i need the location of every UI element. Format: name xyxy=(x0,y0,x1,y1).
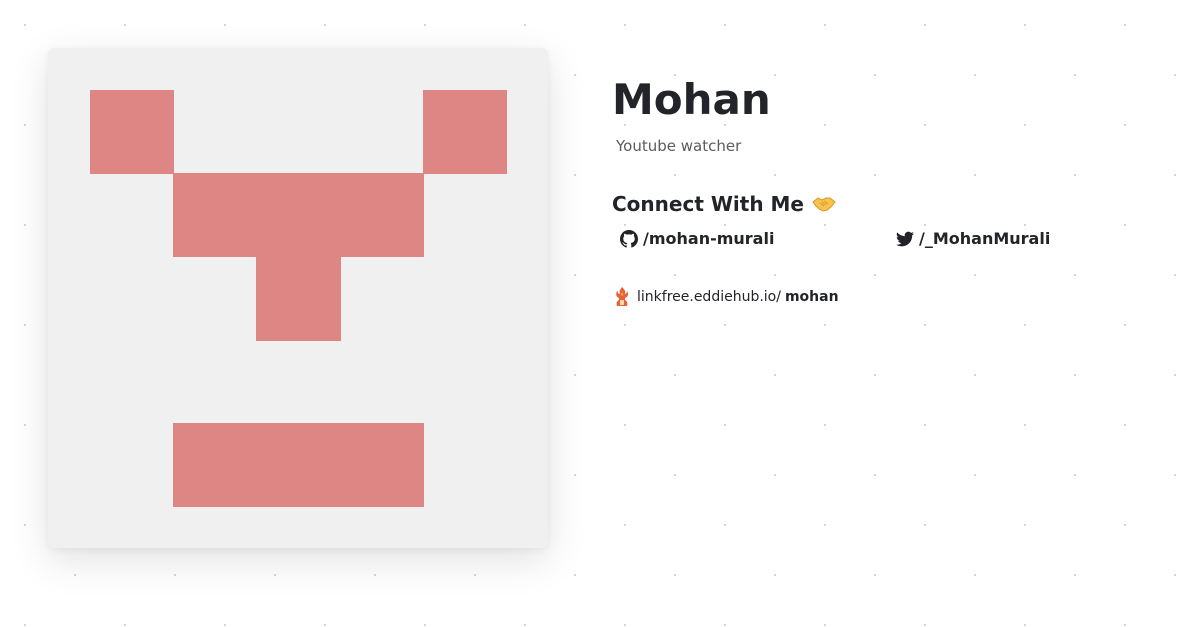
avatar xyxy=(48,48,548,548)
twitter-icon xyxy=(896,231,914,247)
linkfree-logo-icon xyxy=(616,287,629,306)
github-link-label: /mohan-murali xyxy=(643,229,775,248)
linkfree-domain: linkfree.eddiehub.io/ xyxy=(637,289,781,305)
identicon-image xyxy=(90,90,507,507)
profile-bio: Youtube watcher xyxy=(616,137,742,155)
linkfree-profile-link[interactable]: linkfree.eddiehub.io/ mohan xyxy=(613,286,1172,308)
connect-heading-label: Connect With Me xyxy=(612,192,804,216)
handshake-icon xyxy=(812,197,836,212)
twitter-link-label: /_MohanMurali xyxy=(919,229,1051,248)
profile-name: Mohan xyxy=(612,75,771,124)
identicon-block xyxy=(173,423,424,507)
twitter-link[interactable]: /_MohanMurali xyxy=(896,228,1172,250)
profile-info: Mohan Youtube watcher Connect With Me /m… xyxy=(612,70,1172,308)
github-link[interactable]: /mohan-murali xyxy=(620,228,896,250)
connect-heading: Connect With Me xyxy=(612,190,1172,218)
github-icon xyxy=(620,230,638,248)
identicon-block xyxy=(90,90,174,174)
identicon-block xyxy=(256,256,341,341)
identicon-block xyxy=(173,173,424,257)
linkfree-username: mohan xyxy=(784,289,839,305)
social-links: /mohan-murali /_MohanMurali xyxy=(620,228,1172,250)
identicon-block xyxy=(423,90,507,174)
